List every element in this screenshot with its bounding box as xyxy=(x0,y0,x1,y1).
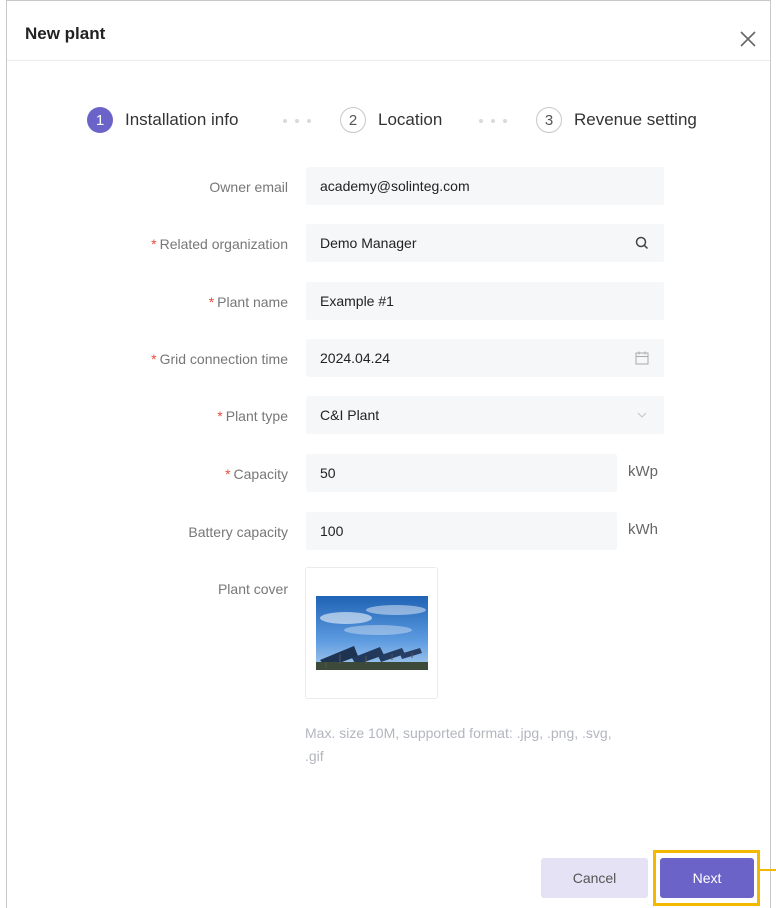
related-organization-field[interactable]: Demo Manager xyxy=(306,224,664,262)
battery-capacity-label: Battery capacity xyxy=(188,524,288,540)
capacity-label: * Capacity xyxy=(225,466,288,482)
owner-email-label: Owner email xyxy=(209,179,288,195)
required-mark: * xyxy=(151,236,157,252)
related-organization-value: Demo Manager xyxy=(320,235,417,251)
capacity-value: 50 xyxy=(320,465,336,481)
battery-capacity-value: 100 xyxy=(320,523,344,539)
grid-connection-time-label: * Grid connection time xyxy=(151,351,288,367)
plant-type-value: C&I Plant xyxy=(320,407,380,423)
plant-cover-upload[interactable] xyxy=(305,567,438,699)
chevron-down-icon[interactable] xyxy=(634,407,650,423)
step-label: Installation info xyxy=(125,110,239,129)
cancel-button[interactable]: Cancel xyxy=(541,858,648,898)
dialog-border-left xyxy=(6,0,7,908)
step-installation-info[interactable]: 1 Installation info xyxy=(87,105,238,135)
plant-type-select[interactable]: C&I Plant xyxy=(306,396,664,434)
required-mark: * xyxy=(151,351,157,367)
step-revenue-setting[interactable]: 3 Revenue setting xyxy=(536,105,697,135)
capacity-field[interactable]: 50 xyxy=(306,454,617,492)
next-button-highlight xyxy=(653,850,760,906)
close-icon[interactable] xyxy=(737,28,759,50)
required-mark: * xyxy=(217,408,223,424)
plant-name-field[interactable]: Example #1 xyxy=(306,282,664,320)
required-mark: * xyxy=(208,294,215,310)
plant-cover-label: Plant cover xyxy=(217,581,288,597)
step-number: 2 xyxy=(340,107,366,133)
step-location[interactable]: 2 Location xyxy=(340,105,442,135)
plant-name-value: Example #1 xyxy=(320,293,394,309)
upload-hint: Max. size 10M, supported format: .jpg, .… xyxy=(305,725,612,764)
step-connector xyxy=(283,119,311,123)
solar-panels-photo xyxy=(316,596,428,670)
grid-connection-time-field[interactable]: 2024.04.24 xyxy=(306,339,664,377)
header-divider xyxy=(7,60,770,61)
dialog-border-top xyxy=(6,0,771,1)
step-number: 1 xyxy=(87,107,113,133)
plant-name-label: * Plant name xyxy=(208,294,288,310)
highlight-pointer-line xyxy=(760,869,776,871)
battery-capacity-field[interactable]: 100 xyxy=(306,512,617,550)
required-mark: * xyxy=(225,466,231,482)
owner-email-field[interactable]: academy@solinteg.com xyxy=(306,167,664,205)
related-organization-label: * Related organization xyxy=(151,236,288,252)
step-connector xyxy=(479,119,507,123)
owner-email-value: academy@solinteg.com xyxy=(320,178,470,194)
dialog-border-right xyxy=(770,0,771,908)
step-label: Location xyxy=(378,110,443,129)
step-number: 3 xyxy=(536,107,562,133)
battery-capacity-unit: kWh xyxy=(628,521,658,538)
search-icon[interactable] xyxy=(634,235,650,251)
capacity-unit: kWp xyxy=(628,463,658,480)
plant-type-label: * Plant type xyxy=(217,408,288,424)
step-label: Revenue setting xyxy=(574,110,697,129)
grid-connection-time-value: 2024.04.24 xyxy=(320,350,391,366)
dialog-title: New plant xyxy=(25,24,106,43)
calendar-icon[interactable] xyxy=(634,350,650,366)
